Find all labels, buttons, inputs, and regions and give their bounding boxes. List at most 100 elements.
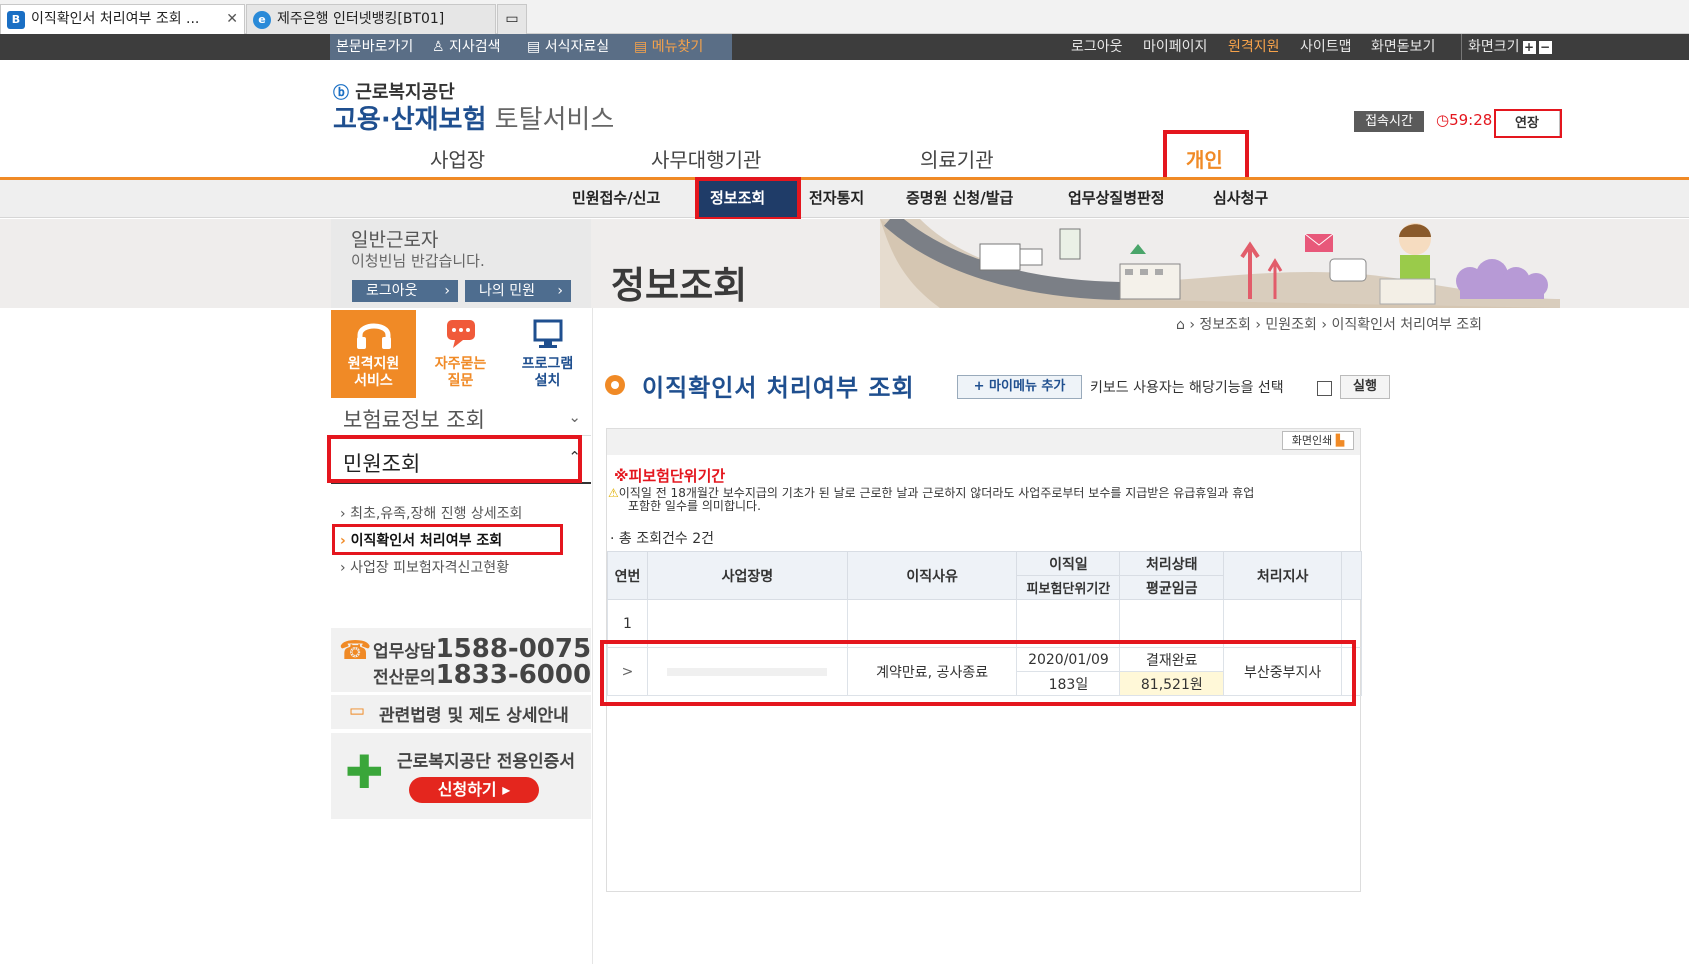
branch-search-link[interactable]: ♙ 지사검색: [432, 34, 501, 60]
user-greeting: 이청빈님 반갑습니다.: [351, 252, 485, 270]
browser-tabbar: B 이직확인서 처리여부 조회 ... ✕ e 제주은행 인터넷뱅킹[BT01]…: [0, 0, 1689, 34]
column-header: 사업장명: [646, 551, 848, 600]
column-header: 이직사유: [846, 551, 1018, 600]
logout-link[interactable]: 로그아웃: [1071, 34, 1123, 60]
browser-tab-active[interactable]: B 이직확인서 처리여부 조회 ... ✕: [0, 4, 245, 34]
content-toolbar: [607, 429, 1360, 455]
sub-navigation: 민원접수/신고 정보조회 전자통지 증명원 신청/발급 업무상질병판정 심사청구: [0, 180, 1689, 218]
utility-bar: 본문바로가기 ♙ 지사검색 ▤ 서식자료실 ▤ 메뉴찾기 로그아웃 마이페이지 …: [0, 34, 1689, 60]
site-logo[interactable]: ⓑ 근로복지공단 고용·산재보험 토탈서비스: [333, 82, 614, 136]
user-panel: 일반근로자 이청빈님 반갑습니다. 로그아웃 › 나의 민원 ›: [331, 219, 591, 308]
contact-number: 1833-6000: [435, 660, 592, 690]
sidebar-divider: [592, 308, 593, 964]
keyboard-text: 키보드 사용자는 해당기능을 선택: [1090, 380, 1284, 396]
speech-bubble-icon: [446, 320, 475, 348]
session-timer: ◷59:28: [1436, 108, 1492, 132]
breadcrumb-item[interactable]: 민원조회: [1265, 317, 1317, 333]
tab-title: 제주은행 인터넷뱅킹[BT01]: [277, 11, 445, 27]
extend-highlight: [1494, 109, 1562, 138]
contact-box: ☎ 업무상담1588-0075 전산문의1833-6000: [331, 628, 591, 692]
gnb-medical[interactable]: 의료기관: [920, 146, 994, 174]
document-icon: ▤: [527, 39, 541, 55]
cert-title: 근로복지공단 전용인증서: [397, 752, 575, 772]
title-bullet-icon: [605, 375, 625, 395]
close-tab-icon[interactable]: ✕: [226, 5, 238, 33]
new-tab-button[interactable]: ▭: [497, 4, 527, 34]
menu-search-link[interactable]: ▤ 메뉴찾기: [634, 34, 703, 60]
headset-icon: [356, 323, 391, 349]
page-title: 이직확인서 처리여부 조회: [642, 374, 915, 402]
chevron-right-icon: ›: [557, 283, 563, 299]
chevron-down-icon: ⌄: [568, 408, 581, 426]
person-icon: ♙: [432, 39, 445, 55]
subnav-disease[interactable]: 업무상질병판정: [1068, 180, 1165, 216]
sublink-active-highlight: [332, 524, 563, 555]
subnav-certificate[interactable]: 증명원 신청/발급: [906, 180, 1013, 216]
column-header: 피보험단위기간: [1016, 575, 1121, 600]
scroll-gutter: [1340, 551, 1363, 600]
remote-support-link[interactable]: 원격지원: [1228, 34, 1280, 60]
logo-org: 근로복지공단: [355, 82, 455, 103]
sidebar-sublink[interactable]: › 사업장 피보험자격신고현황: [340, 557, 509, 577]
banner-title: 정보조회: [611, 264, 748, 307]
breadcrumb-item[interactable]: 정보조회: [1199, 317, 1251, 333]
remote-support-button[interactable]: 원격지원 서비스: [331, 310, 416, 398]
faq-button[interactable]: 자주묻는 질문: [418, 310, 503, 398]
forms-link[interactable]: ▤ 서식자료실: [527, 34, 609, 60]
logo-subtitle: 토탈서비스: [494, 105, 615, 135]
link-label: 최초,유족,장해 진행 상세조회: [350, 506, 523, 522]
browser-tab[interactable]: e 제주은행 인터넷뱅킹[BT01]: [246, 4, 496, 34]
chevron-right-icon: ›: [444, 283, 450, 299]
home-icon[interactable]: ⌂: [1176, 317, 1185, 333]
run-button[interactable]: 실행: [1340, 375, 1390, 399]
session-time: 59:28: [1449, 111, 1493, 129]
subnav-notice[interactable]: 전자통지: [809, 180, 864, 216]
sidebar-sublink[interactable]: › 최초,유족,장해 진행 상세조회: [340, 503, 522, 523]
law-link[interactable]: ▭ 관련법령 및 제도 상세안내: [331, 695, 591, 729]
ie-favicon-icon: e: [253, 11, 271, 29]
zoom-in-icon[interactable]: +: [1522, 40, 1536, 54]
plus-icon: ✚: [345, 745, 384, 799]
contact-label: 업무상담: [373, 642, 436, 662]
gnb-agency[interactable]: 사무대행기관: [651, 146, 761, 174]
user-type: 일반근로자: [351, 229, 439, 251]
cert-apply-button[interactable]: 신청하기 ▸: [409, 777, 539, 803]
font-size-control: 화면크기 + −: [1461, 34, 1552, 60]
gnb-business[interactable]: 사업장: [430, 146, 485, 174]
button-label: 자주묻는 질문: [434, 356, 487, 389]
menu-request-highlight: [327, 435, 582, 483]
count-label: 총 조회건수 2건: [618, 531, 714, 547]
phone-icon: ☎: [339, 636, 372, 666]
add-mymenu-button[interactable]: + 마이메뉴 추가: [957, 375, 1082, 399]
program-install-button[interactable]: 프로그램 설치: [505, 310, 590, 398]
notice-line: 이직일 전 18개월간 보수지급의 기초가 된 날로 근로한 날과 근로하지 않…: [618, 486, 1255, 500]
menu-label: 보험료정보 조회: [343, 408, 485, 432]
result-count: · 총 조회건수 2건: [610, 531, 714, 547]
banner: 일반근로자 이청빈님 반갑습니다. 로그아웃 › 나의 민원 › 정보조회: [0, 219, 1689, 308]
banner-illustration: [880, 219, 1560, 308]
subnav-apply[interactable]: 민원접수/신고: [572, 180, 660, 216]
magnifier-link[interactable]: 화면돋보기: [1371, 34, 1435, 60]
zoom-out-icon[interactable]: −: [1538, 40, 1552, 54]
breadcrumb-item: 이직확인서 처리여부 조회: [1331, 317, 1483, 333]
button-label: 프로그램 설치: [521, 356, 574, 389]
print-button[interactable]: 화면인쇄 ▙: [1282, 431, 1354, 450]
clock-icon: ◷: [1436, 111, 1450, 129]
logout-button[interactable]: 로그아웃 ›: [352, 280, 458, 302]
certificate-box: ✚ 근로복지공단 전용인증서 신청하기 ▸: [331, 733, 591, 819]
logo-mark-icon: ⓑ: [333, 83, 350, 102]
link-label: 사업장 피보험자격신고현황: [350, 560, 510, 576]
link-label: 메뉴찾기: [651, 39, 704, 55]
sidebar-menu-insurance[interactable]: 보험료정보 조회 ⌄: [331, 402, 591, 436]
notice-text: ⚠이직일 전 18개월간 보수지급의 기초가 된 날로 근로한 날과 근로하지 …: [608, 487, 1254, 513]
my-request-button[interactable]: 나의 민원 ›: [465, 280, 571, 302]
mypage-link[interactable]: 마이페이지: [1143, 34, 1207, 60]
link-label: 관련법령 및 제도 상세안내: [379, 706, 569, 726]
keyboard-checkbox[interactable]: [1317, 381, 1332, 396]
monitor-icon: ▭: [349, 701, 366, 721]
logo-title: 고용·산재보험: [333, 105, 487, 135]
column-header: 평균임금: [1119, 575, 1225, 600]
sitemap-link[interactable]: 사이트맵: [1300, 34, 1352, 60]
skip-to-content-link[interactable]: 본문바로가기: [336, 34, 413, 60]
subnav-appeal[interactable]: 심사청구: [1213, 180, 1268, 216]
